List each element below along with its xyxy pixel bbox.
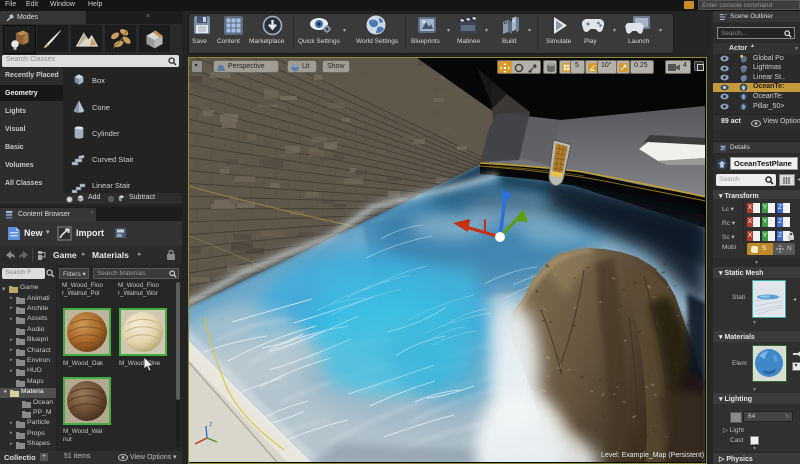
svg-text:z: z	[209, 421, 213, 428]
svg-text:Level: Example_Map (Persisten: Level: Example_Map (Persistent)	[601, 452, 704, 459]
